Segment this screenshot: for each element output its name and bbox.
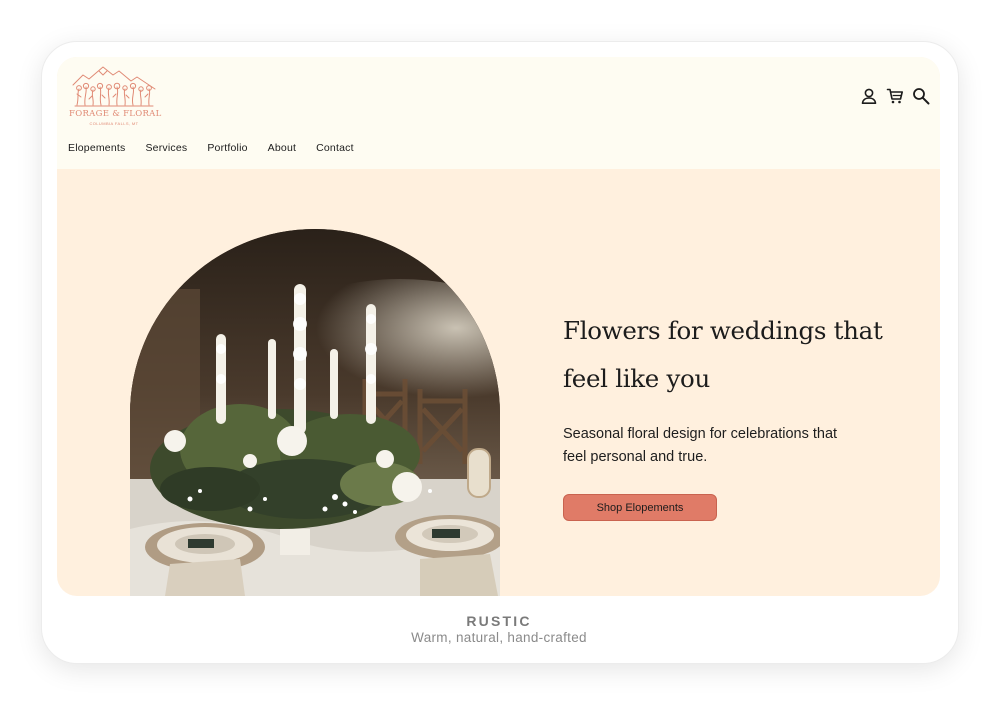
shop-elopements-button[interactable]: Shop Elopements: [563, 494, 717, 521]
nav-item-elopements[interactable]: Elopements: [68, 142, 125, 154]
style-description: Warm, natural, hand-crafted: [411, 630, 587, 645]
site-header: FORAGE & FLORAL COLUMBIA FALLS, MT Elope…: [57, 57, 940, 169]
cart-icon[interactable]: [884, 85, 906, 107]
style-name: RUSTIC: [466, 613, 532, 629]
brand-name: FORAGE & FLORAL: [69, 109, 162, 119]
website-preview: FORAGE & FLORAL COLUMBIA FALLS, MT Elope…: [57, 57, 940, 596]
brand-logo[interactable]: FORAGE & FLORAL COLUMBIA FALLS, MT: [69, 63, 162, 127]
hero-heading: Flowers for weddings that feel like you: [563, 316, 883, 393]
nav-item-contact[interactable]: Contact: [316, 142, 354, 154]
mountain-floral-logo-icon: [72, 66, 156, 107]
nav-item-portfolio[interactable]: Portfolio: [207, 142, 247, 154]
search-icon[interactable]: [910, 85, 932, 107]
main-nav: Elopements Services Portfolio About Cont…: [68, 142, 354, 154]
hero-subheading: Seasonal floral design for celebrations …: [563, 426, 838, 465]
nav-item-about[interactable]: About: [268, 142, 296, 154]
account-icon[interactable]: [858, 85, 880, 107]
header-icons: [858, 85, 932, 107]
hero-image: [130, 229, 500, 596]
brand-location: COLUMBIA FALLS, MT: [89, 121, 139, 126]
wedding-table-floral-photo: [130, 229, 500, 596]
nav-item-services[interactable]: Services: [145, 142, 187, 154]
